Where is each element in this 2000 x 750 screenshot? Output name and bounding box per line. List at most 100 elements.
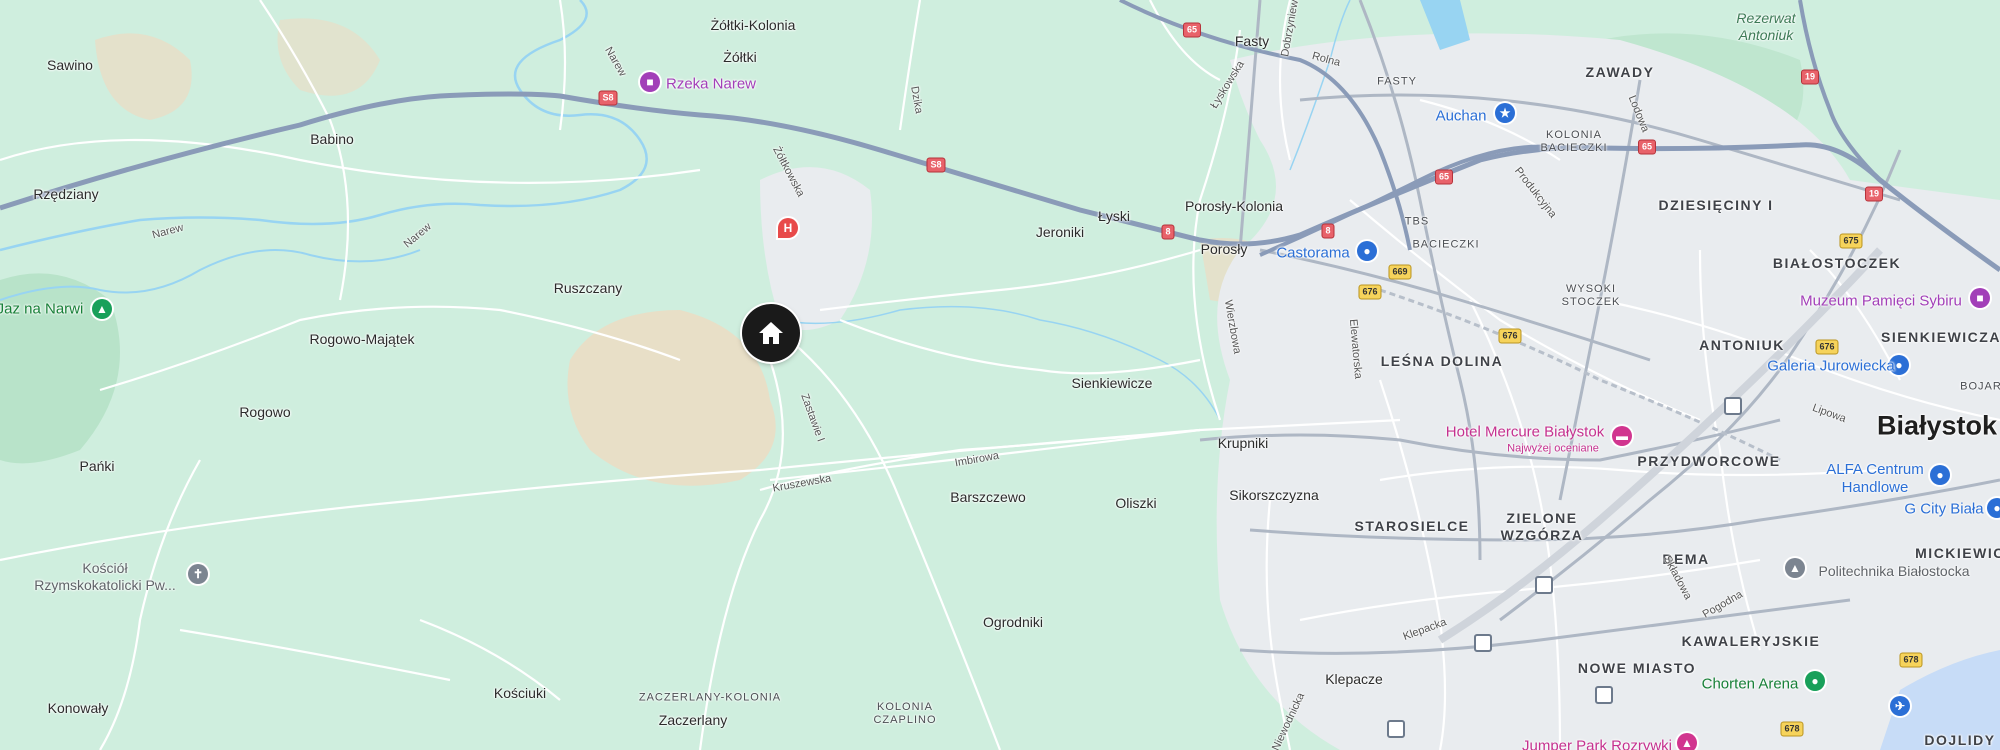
place-konowaly[interactable]: Konowały — [48, 701, 109, 715]
shopping-bag-icon[interactable]: ● — [1357, 241, 1377, 261]
river — [779, 305, 1221, 421]
district-mickiewic[interactable]: MICKIEWIC — [1915, 546, 2000, 560]
district-zawady[interactable]: ZAWADY — [1586, 65, 1655, 79]
poi-kosciol[interactable]: Kościół Rzymskokatolicki Pw... — [34, 560, 176, 594]
place-klepacze[interactable]: Klepacze — [1325, 672, 1383, 686]
bus-stop-icon[interactable] — [1724, 397, 1742, 415]
district-tbs[interactable]: TBS — [1405, 216, 1429, 228]
road-shield-65: 65 — [1434, 169, 1454, 185]
place-rzedziany[interactable]: Rzędziany — [33, 187, 98, 201]
poi-hotel-rating[interactable]: Najwyżej oceniane — [1507, 443, 1599, 455]
place-fasty[interactable]: Fasty — [1235, 34, 1269, 48]
road-shield-676: 676 — [1815, 339, 1839, 355]
place-ruszczany[interactable]: Ruszczany — [554, 281, 622, 295]
district-lesna-dolina[interactable]: LEŚNA DOLINA — [1381, 354, 1503, 368]
road-shield-65: 65 — [1637, 139, 1657, 155]
place-zaczerlany[interactable]: Zaczerlany — [659, 713, 727, 727]
place-babino[interactable]: Babino — [310, 132, 354, 146]
district-przydworcowe[interactable]: PRZYDWORCOWE — [1637, 454, 1780, 468]
road-shield-s8: S8 — [598, 90, 618, 106]
place-oliszki[interactable]: Oliszki — [1115, 496, 1156, 510]
bed-icon[interactable]: ▬ — [1612, 426, 1632, 446]
district-bacieczki[interactable]: BACIECZKI — [1412, 239, 1479, 251]
district-starosielce[interactable]: STAROSIELCE — [1354, 519, 1469, 533]
place-panki[interactable]: Pańki — [79, 459, 114, 473]
place-fasty-district[interactable]: FASTY — [1377, 76, 1417, 88]
bus-stop-icon[interactable] — [1535, 576, 1553, 594]
place-rogowo[interactable]: Rogowo — [239, 405, 290, 419]
district-bialostoczek[interactable]: BIAŁOSTOCZEK — [1773, 256, 1901, 270]
poi-galeria-jurowiecka[interactable]: Galeria Jurowiecka — [1767, 359, 1895, 374]
church-icon[interactable]: ✝ — [188, 564, 208, 584]
place-lyski[interactable]: Łyski — [1098, 209, 1130, 223]
sand-area — [95, 33, 192, 121]
shopping-bag-icon[interactable]: ● — [1987, 498, 2000, 518]
place-ogrodniki[interactable]: Ogrodniki — [983, 615, 1043, 629]
poi-auchan[interactable]: Auchan — [1436, 109, 1487, 124]
place-zoltki[interactable]: Żółtki — [723, 50, 756, 64]
tree-icon[interactable]: ▲ — [92, 299, 112, 319]
district-dojlidy[interactable]: DOJLIDY — [1924, 733, 1995, 747]
bus-stop-icon[interactable] — [1474, 634, 1492, 652]
road-shield-669: 669 — [1388, 264, 1412, 280]
school-icon[interactable]: ▲ — [1785, 558, 1805, 578]
urban-area — [1216, 33, 2000, 750]
home-icon — [759, 322, 783, 344]
place-porosly-kolonia[interactable]: Porosły-Kolonia — [1185, 199, 1283, 213]
place-sienkiewicze[interactable]: Sienkiewicze — [1072, 376, 1153, 390]
place-koscicuki[interactable]: Kościuki — [494, 686, 546, 700]
place-porosly[interactable]: Porosły — [1201, 242, 1248, 256]
road-shield-676: 676 — [1498, 328, 1522, 344]
place-rezerwat-antoniuk[interactable]: Rezerwat Antoniuk — [1736, 10, 1795, 44]
place-rogowo-majatek[interactable]: Rogowo-Majątek — [309, 332, 414, 346]
bus-stop-icon[interactable] — [1595, 686, 1613, 704]
poi-muzeum-pamieci-sybiru[interactable]: Muzeum Pamięci Sybiru — [1800, 294, 1962, 309]
shopping-cart-icon[interactable]: ★ — [1495, 103, 1515, 123]
road-shield-19: 19 — [1800, 69, 1820, 85]
road-shield-65: 65 — [1182, 22, 1202, 38]
map-view[interactable]: Sawino Babino Rzędziany Żółtki-Kolonia Ż… — [0, 0, 2000, 750]
road-shield-8: 8 — [1161, 224, 1175, 240]
place-sawino[interactable]: Sawino — [47, 58, 93, 72]
stadium-icon[interactable]: ● — [1805, 671, 1825, 691]
road-shield-8: 8 — [1321, 223, 1335, 239]
airport-icon[interactable]: ✈ — [1890, 696, 1910, 716]
amusement-icon[interactable]: ▲ — [1677, 733, 1697, 750]
hospital-icon[interactable]: H — [778, 218, 798, 238]
road-shield-676: 676 — [1358, 284, 1382, 300]
place-zaczerlany-kolonia[interactable]: ZACZERLANY-KOLONIA — [639, 692, 781, 704]
district-sienkiewicza[interactable]: SIENKIEWICZA — [1881, 330, 2000, 344]
poi-alfa-centrum[interactable]: ALFA Centrum Handlowe — [1826, 461, 1924, 497]
place-sikorszczyzna[interactable]: Sikorszczyzna — [1229, 488, 1318, 502]
poi-chorten-arena[interactable]: Chorten Arena — [1702, 677, 1799, 692]
place-jeroniki[interactable]: Jeroniki — [1036, 225, 1084, 239]
district-wysoki-stoczek[interactable]: WYSOKI STOCZEK — [1562, 283, 1621, 309]
road-shield-678: 678 — [1780, 721, 1804, 737]
place-barszczewo[interactable]: Barszczewo — [950, 490, 1025, 504]
home-marker[interactable] — [742, 304, 800, 362]
district-kolonia-bacieczki[interactable]: KOLONIA BACIECZKI — [1540, 129, 1607, 155]
place-kolonia-czaplino[interactable]: KOLONIA CZAPLINO — [873, 701, 936, 727]
poi-jumper-park[interactable]: Jumper Park Rozrywki — [1522, 739, 1672, 750]
museum-icon[interactable]: ■ — [1970, 288, 1990, 308]
place-bialystok[interactable]: Białystok — [1877, 412, 1997, 440]
district-kawaleryjskie[interactable]: KAWALERYJSKIE — [1682, 634, 1821, 648]
poi-hotel-mercure[interactable]: Hotel Mercure Białystok — [1446, 425, 1604, 440]
place-krupniki[interactable]: Krupniki — [1218, 436, 1269, 450]
poi-castorama[interactable]: Castorama — [1276, 246, 1349, 261]
district-zielone-wzgorza[interactable]: ZIELONE WZGÓRZA — [1501, 510, 1584, 544]
poi-politechnika[interactable]: Politechnika Białostocka — [1819, 564, 1970, 578]
poi-jaz-na-narwi[interactable]: Jaz na Narwi — [0, 302, 83, 317]
shopping-bag-icon[interactable]: ● — [1930, 465, 1950, 485]
district-nowe-miasto[interactable]: NOWE MIASTO — [1578, 661, 1696, 675]
district-bojar[interactable]: BOJAR — [1960, 381, 2000, 393]
poi-g-city-biala[interactable]: G City Biała — [1904, 502, 1983, 517]
bus-stop-icon[interactable] — [1387, 720, 1405, 738]
poi-rzeka-narew[interactable]: Rzeka Narew — [666, 77, 756, 92]
district-dziesieciny[interactable]: DZIESIĘCINY I — [1659, 198, 1774, 212]
road-shield-s8: S8 — [926, 157, 946, 173]
district-antoniuk[interactable]: ANTONIUK — [1699, 338, 1785, 352]
museum-icon[interactable]: ■ — [640, 72, 660, 92]
place-zoltki-kolonia[interactable]: Żółtki-Kolonia — [711, 18, 796, 32]
road-shield-19: 19 — [1864, 186, 1884, 202]
